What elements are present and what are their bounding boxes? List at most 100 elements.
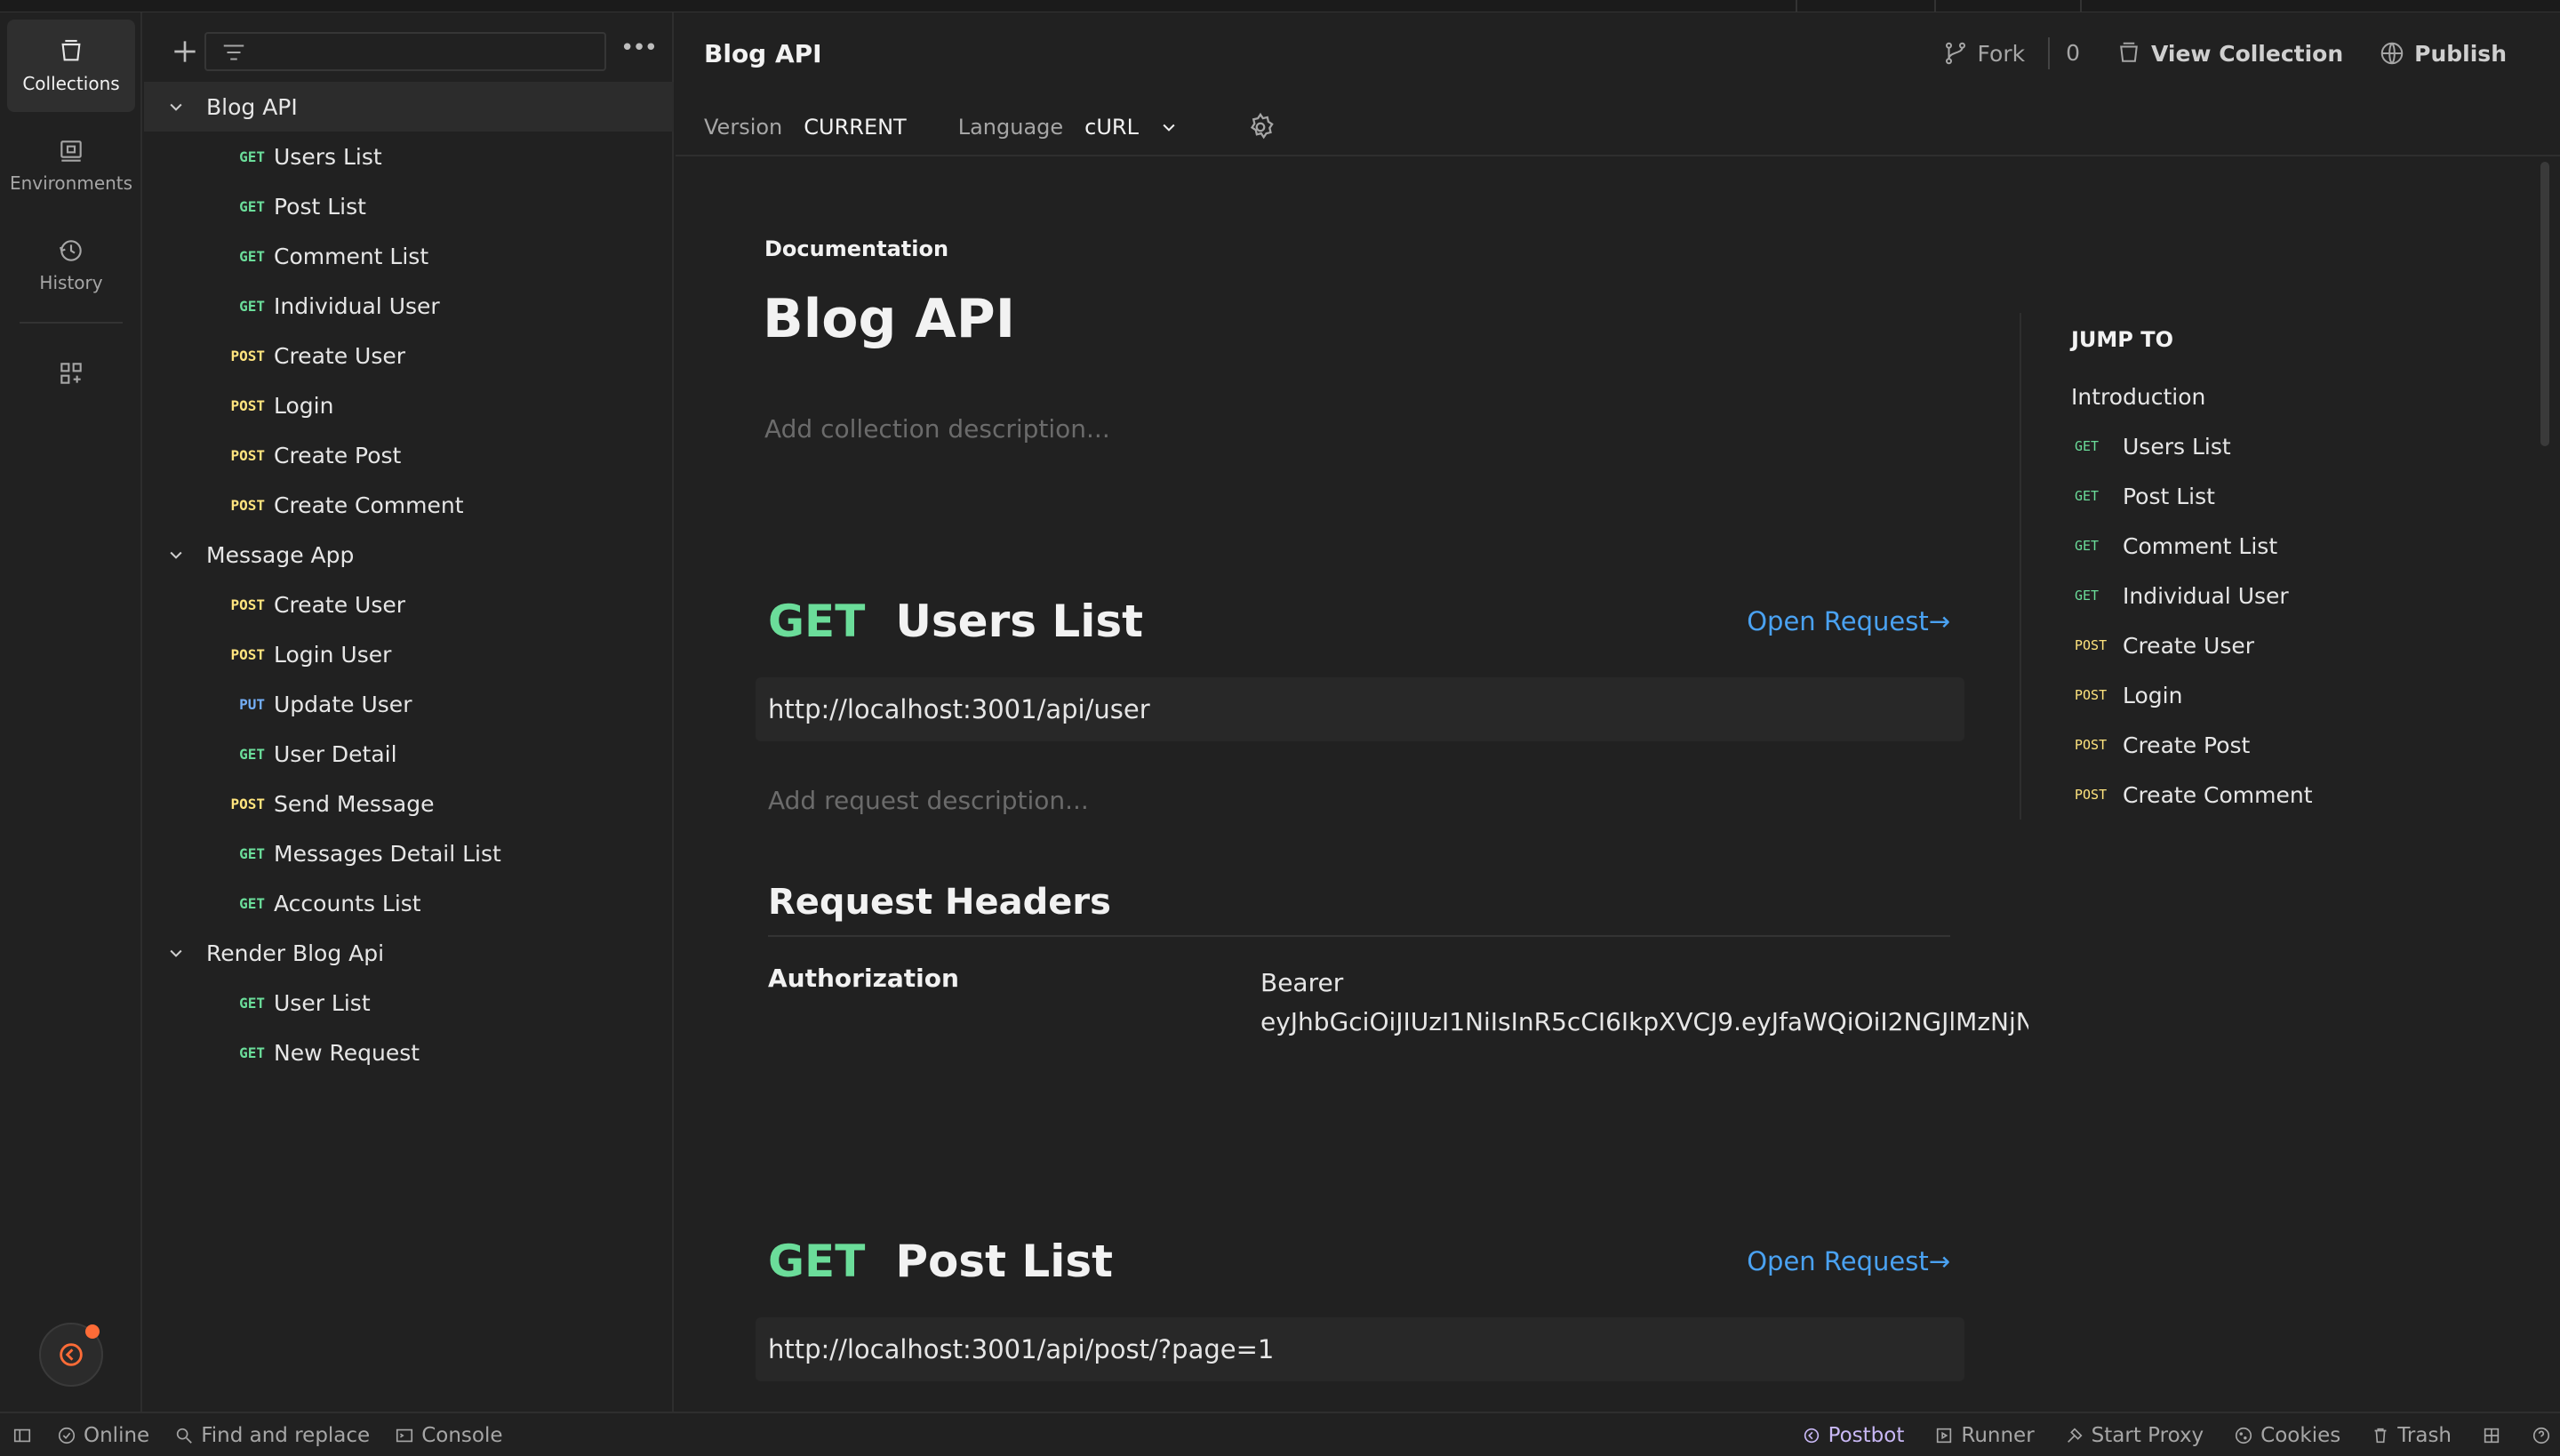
start-proxy-label: Start Proxy: [2091, 1424, 2204, 1447]
collection-description-placeholder[interactable]: Add collection description...: [764, 414, 1110, 444]
nav-environments[interactable]: Environments: [7, 119, 135, 212]
rail-divider: [20, 322, 123, 324]
jump-item-label: Comment List: [2123, 532, 2278, 559]
cookies-button[interactable]: Cookies: [2234, 1424, 2340, 1447]
tree-request[interactable]: GET User Detail: [144, 729, 674, 779]
nav-configure-workbench[interactable]: [7, 338, 135, 409]
nav-collections[interactable]: Collections: [7, 20, 135, 112]
sidebar-search-input[interactable]: [204, 32, 606, 71]
collections-sidebar: ••• Blog API GET Users List GET Post List GET…: [144, 12, 674, 1412]
method-badge: POST: [2075, 687, 2108, 703]
tree-request[interactable]: POST Create Post: [144, 430, 674, 480]
tab-divider: [1934, 0, 1936, 12]
version-select[interactable]: CURRENT: [804, 115, 906, 140]
jump-to-item[interactable]: POST Login: [2075, 670, 2313, 720]
tree-request[interactable]: PUT Update User: [144, 679, 674, 729]
method-badge: GET: [2075, 538, 2100, 554]
console-button[interactable]: Console: [395, 1424, 503, 1447]
request-label: Accounts List: [274, 890, 421, 916]
request-label: Create Post: [274, 442, 402, 468]
doc-scrollbar[interactable]: [2540, 162, 2549, 446]
chevron-down-icon[interactable]: [167, 98, 185, 116]
collection-tree: Blog API GET Users List GET Post List GET Comm…: [144, 82, 674, 1077]
tree-request[interactable]: GET Post List: [144, 181, 674, 231]
start-proxy-button[interactable]: Start Proxy: [2065, 1424, 2204, 1447]
jump-to-item[interactable]: POST Create Post: [2075, 720, 2313, 770]
method-badge: POST: [230, 596, 265, 613]
view-collection-button[interactable]: View Collection: [2116, 40, 2343, 67]
request-label: Create User: [274, 342, 405, 369]
two-pane-toggle[interactable]: [2482, 1424, 2501, 1447]
method-badge: GET: [239, 148, 265, 165]
search-icon: [177, 1428, 193, 1444]
more-options-icon[interactable]: •••: [620, 34, 658, 69]
tree-request[interactable]: GET User List: [144, 978, 674, 1028]
request-label: Post List: [274, 193, 366, 220]
chevron-down-icon[interactable]: [167, 546, 185, 564]
jump-to-item[interactable]: GET Users List: [2075, 421, 2313, 471]
online-status[interactable]: Online: [57, 1424, 149, 1447]
method-badge: POST: [230, 446, 265, 464]
tree-request[interactable]: GET New Request: [144, 1028, 674, 1077]
sidebar-toolbar: •••: [144, 25, 674, 75]
jump-to-item[interactable]: GET Comment List: [2075, 521, 2313, 571]
fork-button[interactable]: Fork 0: [1942, 37, 2080, 69]
method-badge: GET: [239, 844, 265, 862]
sidebar-toggle-icon: [13, 1428, 31, 1443]
request-label: Send Message: [274, 790, 435, 817]
tree-request[interactable]: POST Login User: [144, 629, 674, 679]
trash-button[interactable]: Trash: [2371, 1424, 2452, 1447]
postbot-icon: [1804, 1428, 1819, 1444]
tree-request[interactable]: GET Accounts List: [144, 878, 674, 928]
plus-icon[interactable]: [167, 34, 203, 69]
request-label: User Detail: [274, 740, 397, 767]
tree-request[interactable]: POST Create User: [144, 580, 674, 629]
help-icon: [2532, 1427, 2550, 1444]
jump-item-label: Create User: [2123, 632, 2254, 659]
jump-to-item[interactable]: POST Create Comment: [2075, 770, 2313, 820]
jump-to-item[interactable]: GET Post List: [2075, 471, 2313, 521]
method-badge: POST: [230, 396, 265, 414]
jump-item-label: Create Comment: [2123, 781, 2313, 808]
settings-gear-icon[interactable]: [1245, 112, 1276, 142]
tree-request[interactable]: GET Users List: [144, 132, 674, 181]
jump-introduction-link[interactable]: Introduction: [2071, 384, 2205, 410]
tree-request[interactable]: GET Messages Detail List: [144, 828, 674, 878]
language-select[interactable]: cURL: [1084, 115, 1139, 140]
postbot-status-button[interactable]: Postbot: [1802, 1424, 1905, 1447]
runner-button[interactable]: Runner: [1934, 1424, 2035, 1447]
method-badge: POST: [2075, 737, 2108, 753]
tree-folder[interactable]: Message App: [144, 530, 674, 580]
postbot-button[interactable]: [39, 1323, 103, 1387]
console-icon: [396, 1428, 413, 1443]
window-top-strip: [0, 0, 2560, 12]
globe-icon: [2380, 42, 2404, 65]
request-description-placeholder[interactable]: Add request description...: [768, 786, 1089, 815]
method-badge: GET: [2075, 588, 2100, 604]
jump-to-item[interactable]: GET Individual User: [2075, 571, 2313, 620]
tree-request[interactable]: GET Individual User: [144, 281, 674, 331]
tree-request[interactable]: POST Create User: [144, 331, 674, 380]
publish-button[interactable]: Publish: [2379, 40, 2507, 67]
tree-request[interactable]: POST Send Message: [144, 779, 674, 828]
tree-request[interactable]: POST Login: [144, 380, 674, 430]
chevron-down-icon[interactable]: [1160, 118, 1178, 136]
toggle-sidebar-button[interactable]: [12, 1424, 32, 1447]
method-badge: POST: [230, 347, 265, 364]
chevron-down-icon[interactable]: [167, 944, 185, 962]
tree-request[interactable]: POST Create Comment: [144, 480, 674, 530]
find-replace-button[interactable]: Find and replace: [174, 1424, 370, 1447]
jump-to-item[interactable]: POST Create User: [2075, 620, 2313, 670]
tree-folder[interactable]: Render Blog Api: [144, 928, 674, 978]
open-request-link[interactable]: Open Request→: [1747, 606, 1950, 636]
cookie-icon: [2236, 1427, 2252, 1444]
postbot-label: Postbot: [1828, 1424, 1905, 1447]
header-key: Authorization: [768, 964, 959, 993]
open-request-link[interactable]: Open Request→: [1747, 1246, 1950, 1276]
help-button[interactable]: [2532, 1424, 2551, 1447]
collection-icon: [2120, 42, 2138, 62]
tree-request[interactable]: GET Comment List: [144, 231, 674, 281]
nav-history[interactable]: History: [7, 219, 135, 311]
tree-folder[interactable]: Blog API: [144, 82, 674, 132]
header-actions: Fork 0 View Collection Publish: [1907, 37, 2507, 69]
